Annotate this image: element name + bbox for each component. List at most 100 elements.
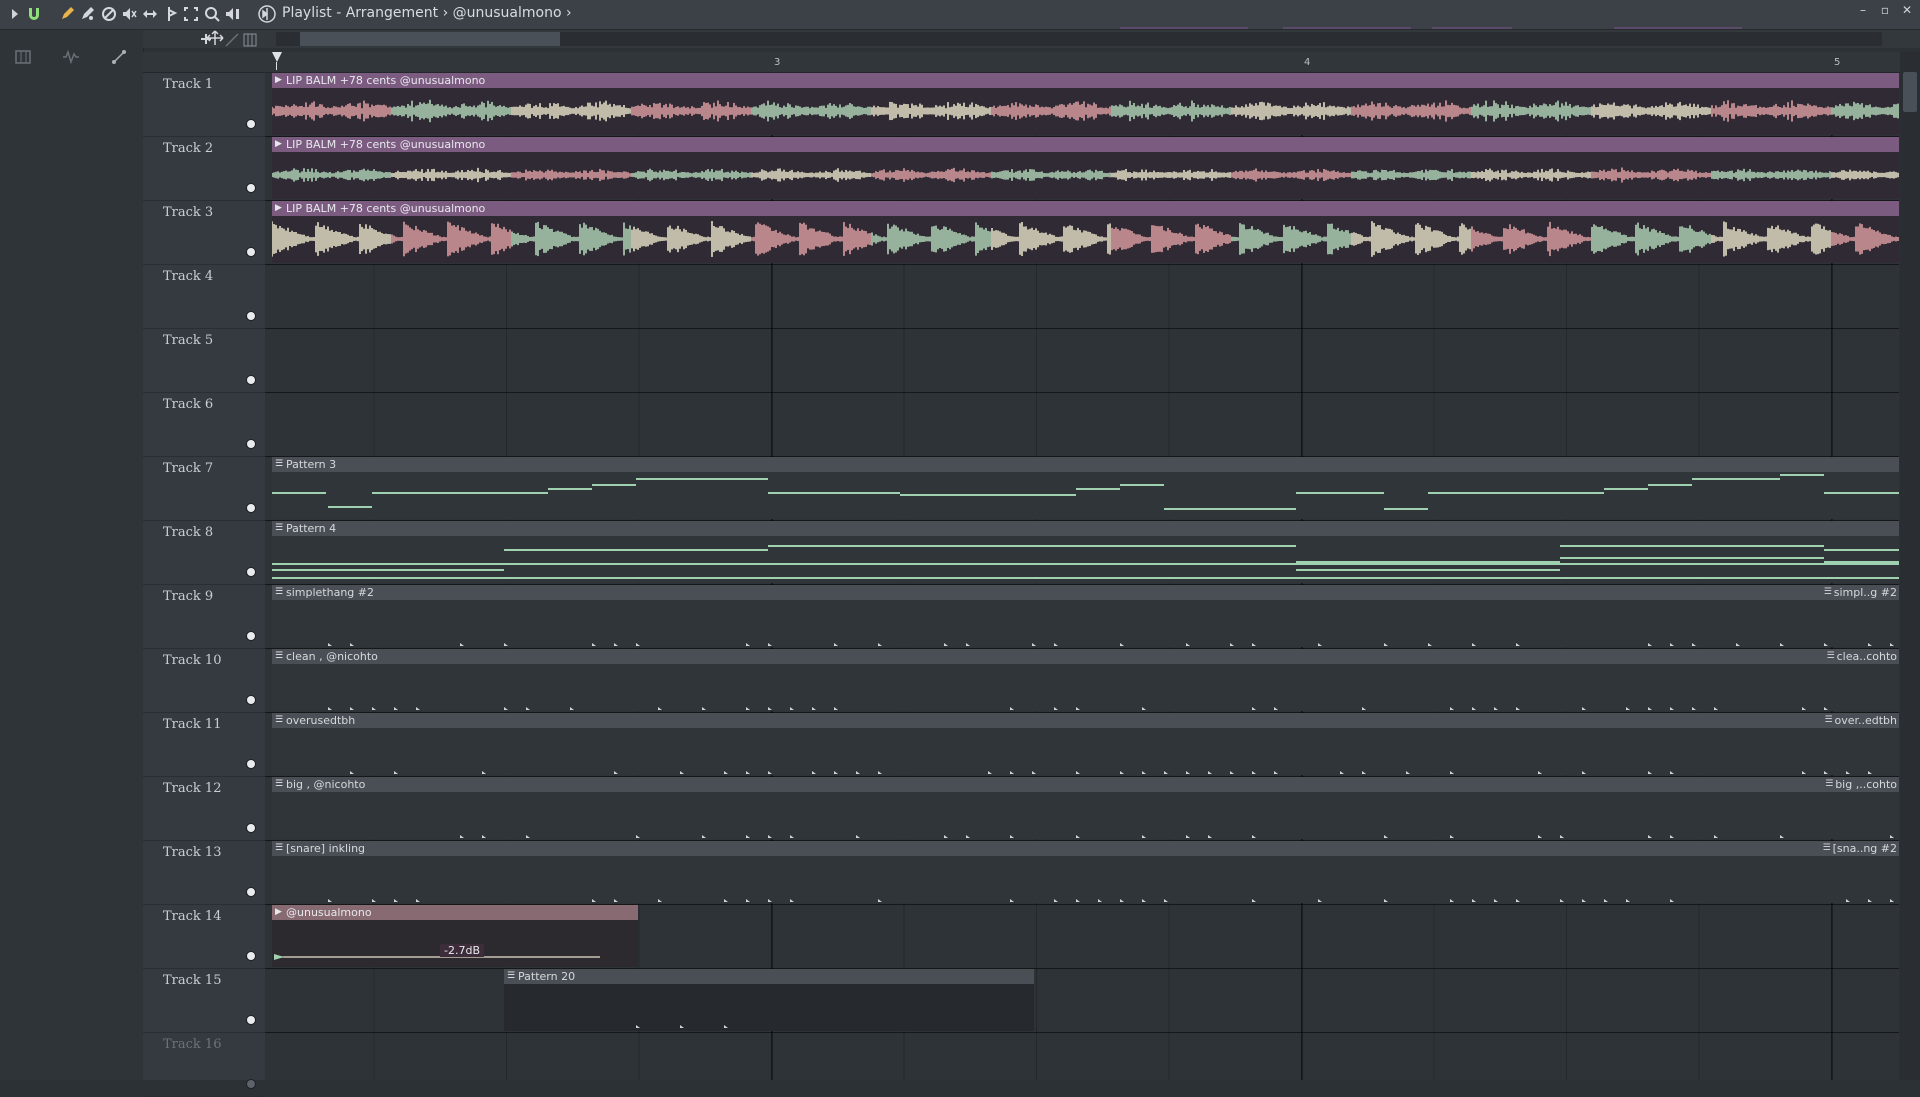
track-header[interactable]: Track 10: [143, 649, 265, 713]
vertical-scroll-thumb[interactable]: [1903, 72, 1917, 112]
track-enable-toggle[interactable]: [247, 696, 255, 704]
note: [1054, 643, 1058, 646]
note: [834, 771, 838, 774]
next-clip-label[interactable]: ☰ over..edtbh: [1822, 713, 1899, 728]
note: [1890, 643, 1894, 646]
next-clip-label[interactable]: ☰ simpl..g #2: [1821, 585, 1899, 600]
track-header[interactable]: Track 7: [143, 457, 265, 521]
note: [944, 643, 948, 646]
horizontal-scroll-thumb[interactable]: [300, 32, 560, 46]
select-icon[interactable]: [182, 5, 200, 23]
track-enable-toggle[interactable]: [247, 376, 255, 384]
track-enable-toggle[interactable]: [247, 504, 255, 512]
pattern-clip[interactable]: ☰ Pattern 4: [272, 521, 1899, 583]
track-header[interactable]: Track 3: [143, 201, 265, 265]
mute-icon[interactable]: [120, 5, 138, 23]
track-header[interactable]: Track 13: [143, 841, 265, 905]
track-name: Track 12: [163, 781, 222, 796]
note: [1868, 643, 1872, 646]
track-enable-toggle[interactable]: [247, 248, 255, 256]
waveform-icon[interactable]: [62, 48, 80, 66]
minimize-icon[interactable]: –: [1856, 3, 1870, 17]
track-header[interactable]: Track 8: [143, 521, 265, 585]
note: [988, 771, 992, 774]
pattern-clip[interactable]: ☰ Pattern 20: [504, 969, 1034, 1031]
pattern-clip[interactable]: ☰ clean , @nicohto ☰ clea..cohto: [272, 649, 1899, 711]
next-clip-label[interactable]: ☰ [sna..ng #2: [1820, 841, 1899, 856]
track-header[interactable]: Track 14: [143, 905, 265, 969]
arrangement-name[interactable]: @unusualmono: [453, 5, 562, 21]
track-enable-toggle[interactable]: [247, 568, 255, 576]
note: [1274, 707, 1278, 710]
vertical-scrollbar[interactable]: [1900, 52, 1920, 1080]
pattern-clip[interactable]: ☰ [snare] inkling ☰ [sna..ng #2: [272, 841, 1899, 903]
note: [1450, 771, 1454, 774]
next-clip-label[interactable]: ☰ big ,..cohto: [1823, 777, 1899, 792]
breadcrumb-end-icon[interactable]: ›: [566, 5, 572, 21]
track-header[interactable]: Track 2: [143, 137, 265, 201]
zoom-icon[interactable]: [203, 5, 221, 23]
audio-clip[interactable]: ▶ LIP BALM +78 cents @unusualmono: [272, 73, 1899, 135]
playback-icon[interactable]: [224, 5, 242, 23]
track-enable-toggle[interactable]: [247, 440, 255, 448]
track-header[interactable]: Track 1: [143, 73, 265, 137]
pattern-clip[interactable]: ☰ overusedtbh ☰ over..edtbh: [272, 713, 1899, 775]
note: [1296, 492, 1384, 494]
track-enable-toggle[interactable]: [247, 632, 255, 640]
volume-label: -2.7dB: [440, 944, 484, 957]
maximize-icon[interactable]: ▫: [1878, 3, 1892, 17]
automation-icon[interactable]: [110, 48, 128, 66]
note: [1648, 707, 1652, 710]
pattern-clip[interactable]: ☰ simplethang #2 ☰ simpl..g #2: [272, 585, 1899, 647]
note: [1692, 643, 1696, 646]
timeline-ruler[interactable]: 3 4 5: [143, 52, 1920, 73]
grid-view-icon[interactable]: [243, 32, 257, 47]
track-enable-toggle[interactable]: [247, 824, 255, 832]
audio-clip[interactable]: ▶ LIP BALM +78 cents @unusualmono: [272, 137, 1899, 199]
stretch-icon[interactable]: [225, 32, 239, 47]
pattern-clip[interactable]: ☰ big , @nicohto ☰ big ,..cohto: [272, 777, 1899, 839]
piano-roll-icon[interactable]: [14, 48, 32, 66]
close-icon[interactable]: ✕: [1900, 3, 1914, 17]
note: [878, 771, 882, 774]
note: [834, 643, 838, 646]
track-header[interactable]: Track 4: [143, 265, 265, 329]
note-preview: [328, 643, 1894, 646]
note: [1648, 484, 1692, 486]
track-enable-toggle[interactable]: [247, 184, 255, 192]
track-header[interactable]: Track 6: [143, 393, 265, 457]
track-header[interactable]: Track 5: [143, 329, 265, 393]
track-header[interactable]: Track 15: [143, 969, 265, 1033]
slip-icon[interactable]: [141, 5, 159, 23]
magnet-icon[interactable]: [25, 5, 43, 23]
track-header[interactable]: Track 16: [143, 1033, 265, 1097]
track-header[interactable]: Track 12: [143, 777, 265, 841]
note: [372, 707, 376, 710]
arrow-right-icon[interactable]: [6, 5, 24, 23]
next-clip-label[interactable]: ☰ clea..cohto: [1824, 649, 1899, 664]
track-enable-toggle[interactable]: [247, 952, 255, 960]
note: [394, 707, 398, 710]
pencil-icon[interactable]: [58, 5, 76, 23]
track-enable-toggle[interactable]: [247, 760, 255, 768]
note: [878, 899, 882, 902]
track-enable-toggle[interactable]: [247, 120, 255, 128]
track-header[interactable]: Track 11: [143, 713, 265, 777]
playhead-marker[interactable]: [272, 52, 282, 62]
track-header[interactable]: Track 9: [143, 585, 265, 649]
note: [636, 478, 768, 480]
track-enable-toggle[interactable]: [247, 888, 255, 896]
move-icon[interactable]: [205, 30, 225, 46]
paint-icon[interactable]: [78, 5, 96, 23]
audio-clip[interactable]: ▶ @unusualmono -2.7dB: [272, 905, 638, 967]
audio-clip[interactable]: ▶ LIP BALM +78 cents @unusualmono: [272, 201, 1899, 263]
slice-icon[interactable]: [162, 5, 180, 23]
fl-studio-playlist: Playlist - Arrangement › @unusualmono › …: [0, 0, 1920, 1097]
pattern-clip[interactable]: ☰ Pattern 3: [272, 457, 1899, 519]
delete-icon[interactable]: [100, 5, 118, 23]
track-enable-toggle[interactable]: [247, 1080, 255, 1088]
track-enable-toggle[interactable]: [247, 1016, 255, 1024]
track-enable-toggle[interactable]: [247, 312, 255, 320]
arrangement-icon[interactable]: [258, 5, 276, 23]
note: [350, 707, 354, 710]
